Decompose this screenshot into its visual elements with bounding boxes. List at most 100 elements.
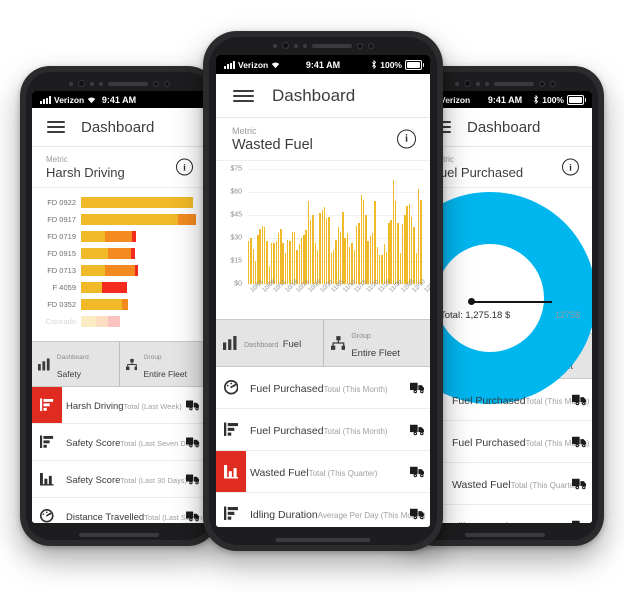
chart-bar-segment — [81, 299, 122, 310]
tab-dashboard[interactable]: Dashboard Safety — [32, 342, 119, 386]
list-item[interactable]: Fuel PurchasedTotal (This Month) — [216, 409, 430, 451]
info-icon[interactable]: i — [176, 158, 193, 176]
list-item-text: Fuel PurchasedTotal (This Month) — [448, 391, 590, 409]
gauge-icon — [40, 509, 54, 523]
metric-selector[interactable]: Metric Harsh Driving i — [32, 147, 206, 188]
list-item-truck-icon-slot — [566, 434, 592, 449]
chart-bar — [376, 247, 379, 284]
list-item[interactable]: Fuel PurchasedTotal (This Month) — [418, 421, 592, 463]
chart-bar — [381, 254, 383, 284]
info-icon[interactable]: i — [562, 158, 579, 176]
chart-row-bars — [81, 197, 193, 208]
status-bar-right: 100% — [533, 94, 586, 105]
chart-bar — [319, 213, 321, 284]
chart-bar — [328, 216, 330, 284]
list-item-icon — [216, 409, 246, 450]
list-item-truck-icon-slot — [404, 506, 430, 521]
chart-bar — [275, 241, 277, 284]
y-axis-tick-label: $15 — [230, 257, 242, 265]
list-item[interactable]: Idling DurationAverage Per Day (This Mon… — [216, 493, 430, 527]
chart-bar — [355, 225, 358, 284]
truck-icon — [571, 478, 586, 490]
tab-group-text: Group Entire Fleet — [351, 325, 423, 361]
truck-icon — [186, 437, 200, 448]
list-item-subtitle: Total (This Month) — [323, 426, 388, 436]
list-item-text: Idling DurationAverage Per Day (This Mon… — [246, 505, 426, 523]
chart-bar — [293, 231, 296, 284]
list-item[interactable]: Distance TravelledTotal (Last Seven Days… — [32, 498, 206, 523]
chart-row-bars — [81, 248, 135, 259]
tab-group-text: Group Entire Fleet — [143, 346, 200, 382]
chart-bar-segment — [81, 197, 193, 208]
chart-bar — [392, 179, 395, 284]
horizontal-bar-rows: FD 0922 FD 0917 FD 0719 FD 0915 FD 0713 F 405… — [32, 194, 206, 330]
chart-bar — [335, 239, 337, 284]
truck-icon — [186, 511, 200, 522]
chart-bar-segment — [96, 316, 108, 327]
tab-group[interactable]: Group Entire Fleet — [118, 342, 207, 386]
list-item-title: Wasted Fuel — [452, 478, 511, 491]
list-item[interactable]: Fuel PurchasedTotal (This Month) — [216, 367, 430, 409]
truck-icon — [409, 424, 424, 436]
chart-x-axis-labels: 10/01 10/06 10/11 10/16 10/21 10/26 10/31 11/05… — [248, 278, 430, 317]
status-bar-time: 9:41 AM — [101, 94, 137, 105]
chart-bar-segment — [81, 248, 108, 259]
tab-dashboard-text: Dashboard Fuel — [244, 334, 301, 352]
list-item-subtitle: Total (Last 30 Days) — [120, 476, 188, 485]
chart-bar — [321, 210, 323, 284]
chart-row: FD 0917 — [32, 211, 206, 228]
chart-row: FD 0922 — [32, 194, 206, 211]
chart-bar — [365, 215, 367, 284]
list-item-title: Idling Duration — [250, 508, 318, 521]
hamburger-menu-icon[interactable] — [47, 121, 65, 133]
chart-bar — [383, 244, 385, 284]
chart-bar — [298, 244, 300, 284]
tab-group-sub: Group — [351, 333, 371, 340]
list-item-text: Safety ScoreTotal (Last Seven Days) — [62, 433, 200, 451]
list-item[interactable]: Safety ScoreTotal (Last 30 Days) — [32, 461, 206, 498]
list-item[interactable]: Fuel PurchasedTotal (This Month) — [418, 379, 592, 421]
metric-label: Metric — [432, 154, 578, 165]
chart-bar — [291, 231, 294, 284]
list-item[interactable]: Safety ScoreTotal (Last Seven Days) — [32, 424, 206, 461]
chart-row: FD 0713 — [32, 262, 206, 279]
chart-bar — [310, 219, 312, 284]
metric-selector[interactable]: Metric Fuel Purchased i — [418, 147, 592, 188]
phone-right-screen: Verizon 9:41 AM 100% Dashboard Metric Fu… — [418, 91, 592, 523]
status-bar: Verizon 9:41 AM — [32, 91, 206, 108]
chart-bar — [303, 234, 305, 284]
list-item[interactable]: Harsh DrivingTotal (Last Week) — [32, 387, 206, 424]
app-bar: Dashboard — [418, 108, 592, 147]
chart-bar — [326, 218, 328, 284]
chart-bar — [259, 228, 261, 284]
bluetooth-icon — [372, 60, 377, 69]
chart-bar — [346, 233, 349, 284]
page-title: Dashboard — [81, 118, 155, 136]
tab-group[interactable]: Group Entire Fleet — [322, 320, 431, 366]
list-item[interactable]: Wasted FuelTotal (This Quarter) — [418, 463, 592, 505]
app-bar: Dashboard — [32, 108, 206, 147]
list-item[interactable]: Idling DurationAverage Per Day (This Mon… — [418, 505, 592, 523]
chart-bar — [307, 201, 310, 284]
list-item-truck-icon-slot — [404, 380, 430, 395]
chart-bar — [323, 207, 326, 284]
metric-selector[interactable]: Metric Wasted Fuel i — [216, 118, 430, 161]
list-item-text: Safety ScoreTotal (Last 30 Days) — [62, 470, 187, 488]
phone-right-chin — [465, 533, 545, 537]
chart-bar-segment — [81, 282, 103, 293]
list-item-text: Wasted FuelTotal (This Quarter) — [246, 463, 404, 481]
bar-chart-horizontal-icon — [40, 435, 54, 449]
chart-row-bars — [81, 316, 120, 327]
truck-icon — [571, 394, 586, 406]
tab-dashboard[interactable]: Dashboard Fuel — [216, 320, 323, 366]
info-icon[interactable]: i — [397, 129, 416, 149]
fuel-purchased-gauge-chart: Total: 1,275.18 $ 1275$ — [418, 188, 592, 404]
gauge-arc — [418, 192, 592, 404]
truck-icon — [186, 400, 200, 411]
status-bar: Verizon 9:41 AM 100% — [216, 55, 430, 74]
hamburger-menu-icon[interactable] — [233, 89, 254, 102]
chart-bar-segment — [107, 248, 132, 259]
list-item[interactable]: Wasted FuelTotal (This Quarter) — [216, 451, 430, 493]
metric-list: Harsh DrivingTotal (Last Week) Safety Sco… — [32, 387, 206, 523]
list-item-subtitle: Total (This Quarter) — [308, 468, 378, 478]
